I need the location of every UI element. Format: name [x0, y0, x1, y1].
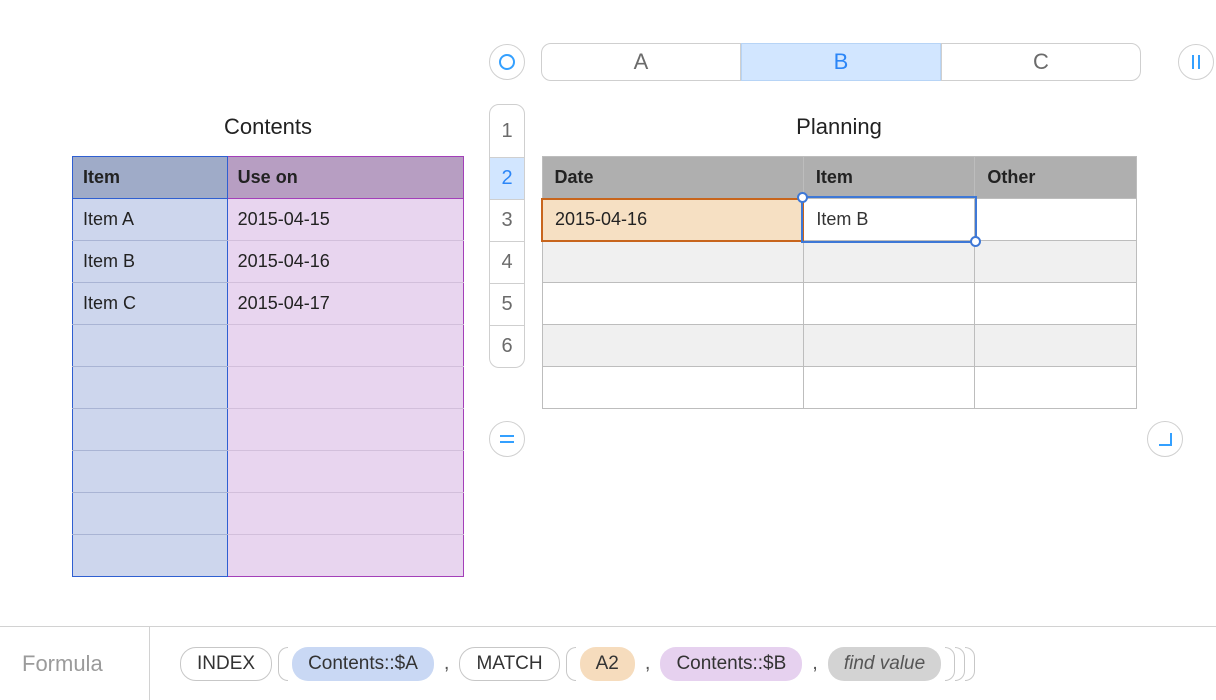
planning-header-item[interactable]: Item — [803, 157, 975, 199]
paren-close-icon — [965, 647, 975, 681]
planning-cell[interactable] — [542, 367, 803, 409]
formula-bar: Formula INDEX Contents::$A , MATCH A2 , … — [0, 626, 1216, 700]
row-header-5[interactable]: 5 — [489, 284, 525, 326]
planning-cell[interactable] — [542, 325, 803, 367]
contents-table-region: Contents Item Use on Item A2015-04-15 It… — [72, 114, 464, 577]
resize-handle-icon[interactable] — [1147, 421, 1183, 457]
formula-token-placeholder[interactable]: find value — [828, 647, 941, 681]
paren-open-icon — [278, 647, 288, 681]
planning-table-region: Planning Date Item Other 2015-04-16 Item… — [541, 114, 1137, 409]
planning-table[interactable]: Date Item Other 2015-04-16 Item B — [541, 156, 1137, 409]
column-handle-icon[interactable] — [1178, 44, 1214, 80]
contents-cell[interactable]: Item A — [73, 199, 228, 241]
paren-open-icon — [566, 647, 576, 681]
formula-content[interactable]: INDEX Contents::$A , MATCH A2 , Contents… — [150, 647, 1216, 681]
row-header-4[interactable]: 4 — [489, 242, 525, 284]
contents-cell[interactable] — [73, 367, 228, 409]
row-header-bar: 1 2 3 4 5 6 — [489, 104, 525, 368]
contents-cell[interactable] — [73, 493, 228, 535]
planning-header-date[interactable]: Date — [542, 157, 803, 199]
contents-cell[interactable] — [227, 535, 463, 577]
contents-cell[interactable] — [73, 535, 228, 577]
contents-cell[interactable] — [73, 451, 228, 493]
planning-cell-b2-selected[interactable]: Item B — [803, 199, 975, 241]
formula-token-ref3[interactable]: Contents::$B — [660, 647, 802, 681]
formula-token-index[interactable]: INDEX — [180, 647, 272, 681]
contents-cell[interactable]: 2015-04-17 — [227, 283, 463, 325]
planning-cell[interactable] — [975, 283, 1137, 325]
column-header-a[interactable]: A — [541, 43, 741, 81]
column-header-c[interactable]: C — [941, 43, 1141, 81]
row-header-2[interactable]: 2 — [489, 158, 525, 200]
contents-table[interactable]: Item Use on Item A2015-04-15 Item B2015-… — [72, 156, 464, 577]
planning-cell[interactable] — [542, 283, 803, 325]
row-handle-icon[interactable] — [489, 421, 525, 457]
contents-cell[interactable] — [227, 409, 463, 451]
paren-close-icon — [955, 647, 965, 681]
contents-cell[interactable] — [227, 367, 463, 409]
row-header-1[interactable]: 1 — [489, 104, 525, 158]
planning-cell-value: Item B — [816, 209, 868, 229]
planning-cell[interactable] — [542, 241, 803, 283]
formula-comma: , — [641, 652, 655, 675]
contents-cell[interactable]: Item C — [73, 283, 228, 325]
planning-cell-a2[interactable]: 2015-04-16 — [542, 199, 803, 241]
planning-cell[interactable] — [803, 283, 975, 325]
row-header-6[interactable]: 6 — [489, 326, 525, 368]
formula-comma: , — [808, 652, 822, 675]
contents-cell[interactable] — [227, 493, 463, 535]
formula-comma: , — [440, 652, 454, 675]
column-header-bar: A B C — [541, 43, 1165, 81]
planning-header-other[interactable]: Other — [975, 157, 1137, 199]
paren-close-icon — [945, 647, 955, 681]
contents-cell[interactable]: 2015-04-15 — [227, 199, 463, 241]
formula-label: Formula — [0, 627, 150, 700]
contents-cell[interactable] — [73, 325, 228, 367]
planning-cell[interactable] — [803, 367, 975, 409]
contents-title: Contents — [72, 114, 464, 140]
select-all-handle-icon[interactable] — [489, 44, 525, 80]
contents-cell[interactable]: 2015-04-16 — [227, 241, 463, 283]
contents-header-useon[interactable]: Use on — [227, 157, 463, 199]
contents-cell[interactable] — [227, 325, 463, 367]
contents-cell[interactable]: Item B — [73, 241, 228, 283]
formula-token-match[interactable]: MATCH — [459, 647, 559, 681]
planning-cell[interactable] — [975, 325, 1137, 367]
formula-token-ref1[interactable]: Contents::$A — [292, 647, 434, 681]
planning-cell[interactable] — [803, 241, 975, 283]
contents-cell[interactable] — [73, 409, 228, 451]
row-header-3[interactable]: 3 — [489, 200, 525, 242]
formula-token-ref2[interactable]: A2 — [580, 647, 635, 681]
selection-handle-top-left[interactable] — [797, 192, 808, 203]
planning-cell[interactable] — [975, 241, 1137, 283]
contents-header-item[interactable]: Item — [73, 157, 228, 199]
planning-title: Planning — [541, 114, 1137, 140]
contents-cell[interactable] — [227, 451, 463, 493]
planning-cell[interactable] — [803, 325, 975, 367]
planning-cell[interactable] — [975, 367, 1137, 409]
column-header-b[interactable]: B — [741, 43, 941, 81]
planning-cell[interactable] — [975, 199, 1137, 241]
